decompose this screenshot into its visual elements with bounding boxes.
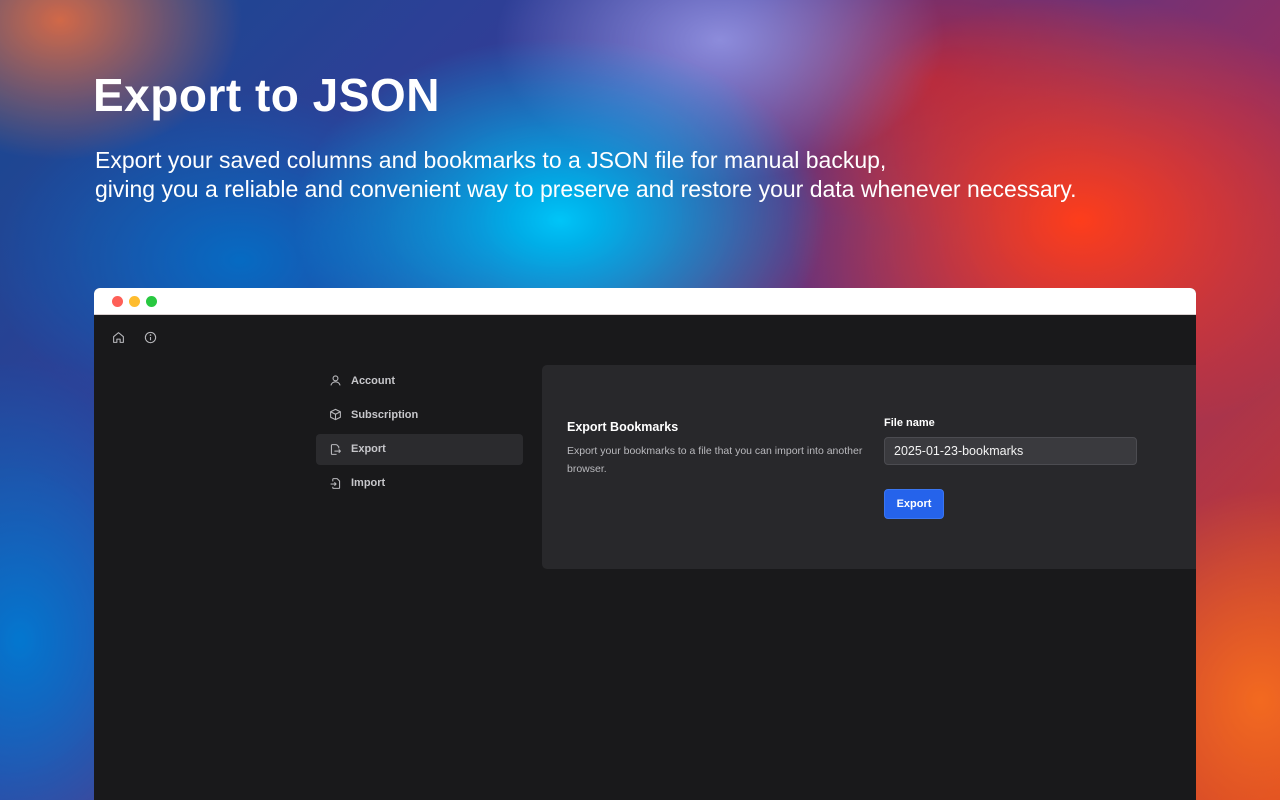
page-title: Export to JSON: [93, 69, 440, 121]
box-icon: [328, 408, 342, 422]
settings-sidebar: Account Subscription Export Import: [316, 365, 523, 502]
sidebar-item-label: Account: [351, 374, 395, 387]
export-bookmarks-panel: Export Bookmarks Export your bookmarks t…: [542, 365, 1196, 569]
file-import-icon: [328, 476, 342, 490]
sidebar-item-import[interactable]: Import: [316, 468, 523, 499]
app-window: Account Subscription Export Import Expor…: [94, 288, 1196, 800]
sidebar-item-account[interactable]: Account: [316, 365, 523, 396]
user-icon: [328, 374, 342, 388]
page-subtitle: Export your saved columns and bookmarks …: [95, 146, 1215, 204]
panel-title: Export Bookmarks: [567, 420, 679, 434]
zoom-window-button[interactable]: [146, 295, 157, 307]
toolbar: [110, 329, 158, 345]
file-name-input[interactable]: [884, 437, 1137, 465]
sidebar-item-label: Subscription: [351, 408, 419, 421]
window-titlebar: [94, 288, 1196, 315]
sidebar-item-export[interactable]: Export: [316, 433, 523, 465]
minimize-window-button[interactable]: [129, 295, 140, 307]
sidebar-item-label: Export: [351, 443, 386, 456]
close-window-button[interactable]: [112, 295, 123, 307]
panel-description: Export your bookmarks to a file that you…: [567, 445, 863, 475]
file-export-icon: [328, 442, 342, 456]
info-icon[interactable]: [142, 329, 158, 345]
home-icon[interactable]: [110, 329, 126, 345]
sidebar-item-subscription[interactable]: Subscription: [316, 399, 523, 430]
export-button[interactable]: Export: [884, 489, 944, 519]
subtitle-line-2: giving you a reliable and convenient way…: [95, 176, 1077, 202]
sidebar-item-label: Import: [351, 477, 386, 490]
subtitle-line-1: Export your saved columns and bookmarks …: [95, 147, 887, 173]
file-name-label: File name: [884, 417, 935, 429]
